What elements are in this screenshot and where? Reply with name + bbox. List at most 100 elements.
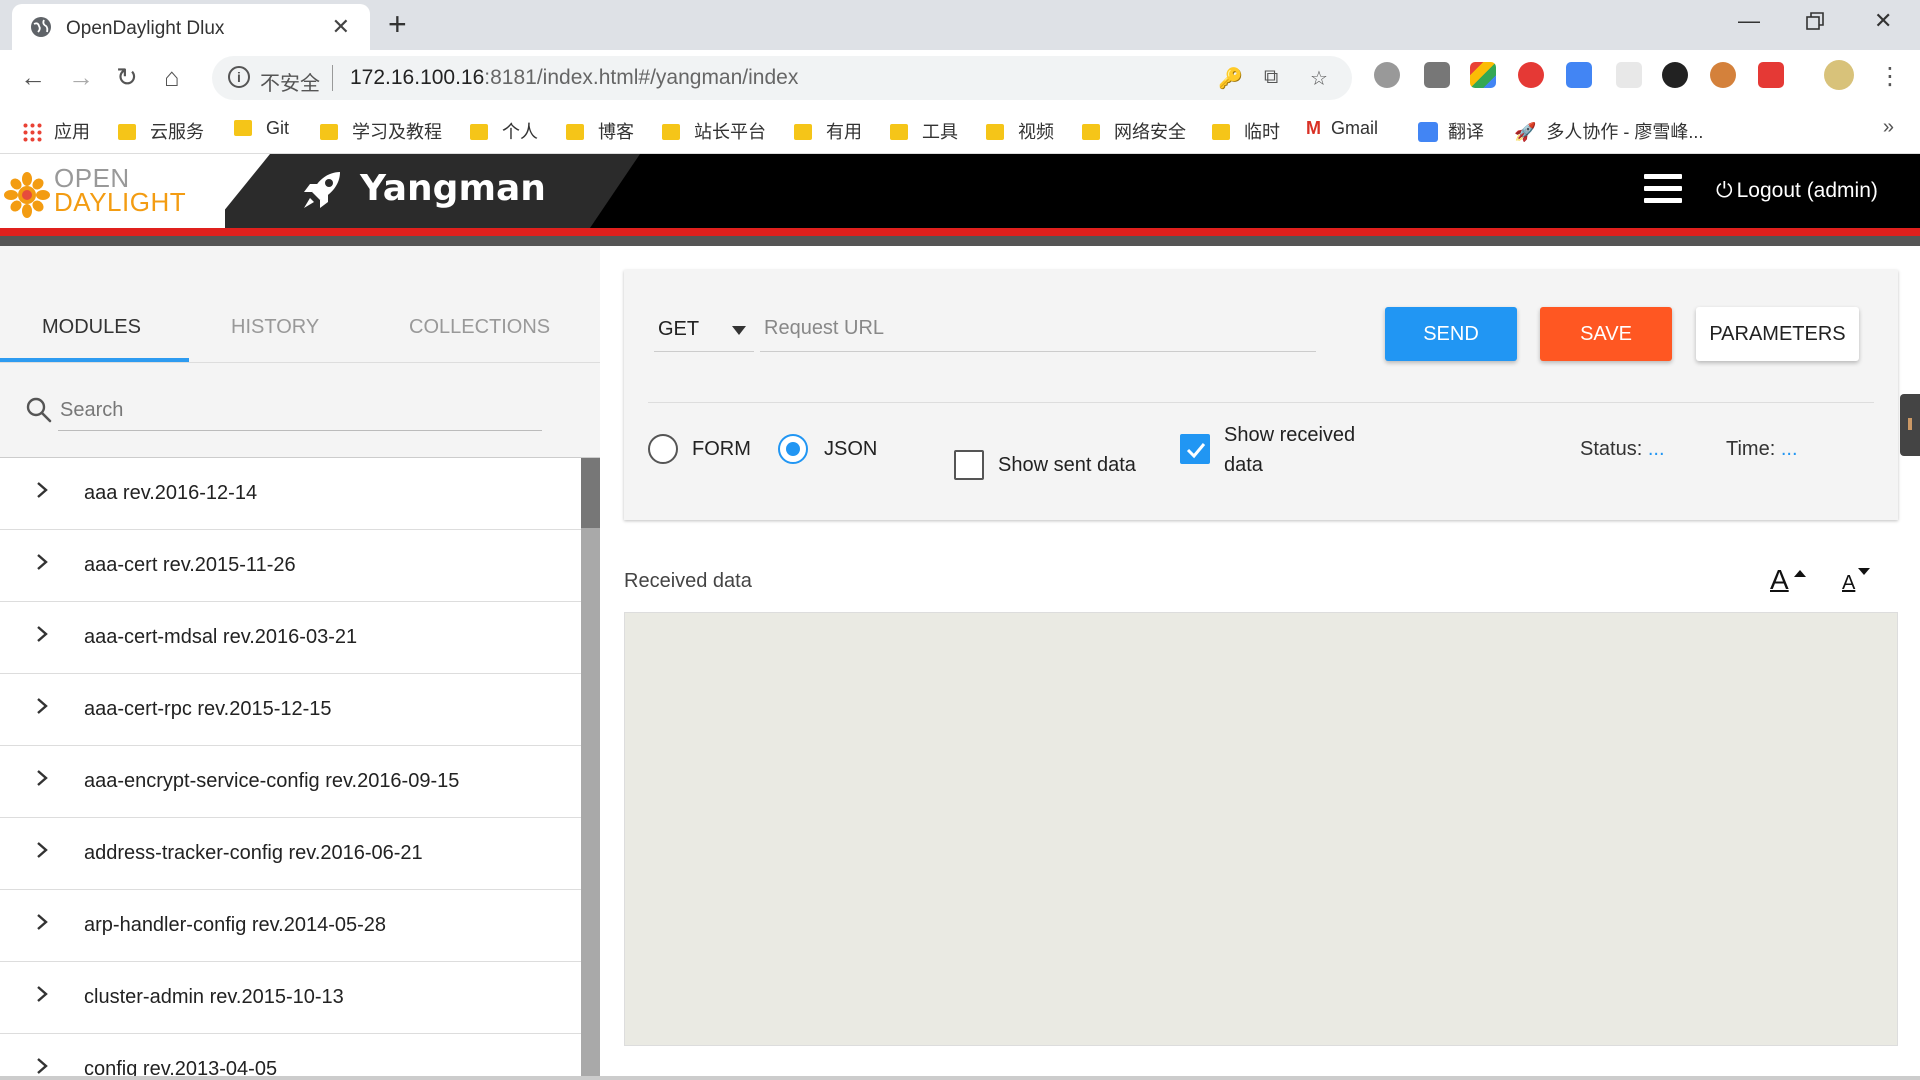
- extension-icon[interactable]: [1470, 62, 1496, 88]
- search-icon: [26, 397, 52, 423]
- home-icon[interactable]: ⌂: [164, 62, 180, 93]
- bookmark-folder[interactable]: 工具: [890, 118, 958, 144]
- translate-page-icon[interactable]: ⧉: [1264, 66, 1278, 89]
- request-url-input[interactable]: [760, 306, 1316, 352]
- bookmark-folder[interactable]: 个人: [470, 118, 538, 144]
- send-button[interactable]: SEND: [1385, 307, 1517, 361]
- chevron-right-icon: [37, 482, 48, 498]
- minimize-icon[interactable]: —: [1738, 8, 1760, 34]
- folder-icon: [794, 124, 812, 140]
- bookmark-folder[interactable]: 有用: [794, 118, 862, 144]
- show-received-data-checkbox[interactable]: [1180, 434, 1210, 464]
- tab-modules[interactable]: MODULES: [42, 316, 141, 339]
- checkmark-icon: [1186, 443, 1206, 459]
- module-list-scrollbar[interactable]: [581, 458, 600, 1080]
- avatar[interactable]: [1824, 60, 1854, 90]
- module-item[interactable]: aaa rev.2016-12-14: [0, 458, 581, 530]
- module-item[interactable]: aaa-cert-rpc rev.2015-12-15: [0, 674, 581, 746]
- module-name: arp-handler-config rev.2014-05-28: [84, 914, 387, 936]
- fe-helper-icon[interactable]: [1758, 62, 1784, 88]
- chevron-right-icon: [37, 770, 48, 786]
- scrollbar-thumb[interactable]: [581, 458, 600, 528]
- module-item[interactable]: aaa-encrypt-service-config rev.2016-09-1…: [0, 746, 581, 818]
- module-item[interactable]: aaa-cert rev.2015-11-26: [0, 530, 581, 602]
- bookmark-folder[interactable]: 视频: [986, 118, 1054, 144]
- download-icon[interactable]: [1424, 62, 1450, 88]
- decrease-font-button[interactable]: A: [1842, 568, 1870, 595]
- http-method-select[interactable]: GET: [654, 310, 754, 352]
- menu-icon[interactable]: [1644, 174, 1682, 204]
- tab-collections[interactable]: COLLECTIONS: [409, 316, 550, 339]
- menu-dots-icon[interactable]: ⋮: [1878, 62, 1902, 91]
- bookmark-apps[interactable]: 应用: [22, 118, 90, 144]
- bookmarks-overflow-icon[interactable]: »: [1883, 116, 1894, 139]
- qq-icon[interactable]: [1662, 62, 1688, 88]
- star-icon[interactable]: ☆: [1310, 66, 1328, 91]
- module-name: cluster-admin rev.2015-10-13: [84, 986, 344, 1008]
- close-window-icon[interactable]: ✕: [1874, 8, 1892, 34]
- json-mode-radio[interactable]: [778, 434, 808, 464]
- bookmark-link[interactable]: 🚀 多人协作 - 廖雪峰...: [1514, 118, 1703, 144]
- back-icon[interactable]: ←: [20, 62, 46, 93]
- tab-history[interactable]: HISTORY: [231, 316, 319, 339]
- bookmark-folder[interactable]: 站长平台: [662, 118, 766, 144]
- module-item[interactable]: aaa-cert-mdsal rev.2016-03-21: [0, 602, 581, 674]
- close-tab-icon[interactable]: ✕: [332, 14, 350, 40]
- bookmark-label: 站长平台: [694, 122, 766, 142]
- java-icon[interactable]: [1616, 62, 1642, 88]
- save-button[interactable]: SAVE: [1540, 307, 1672, 361]
- key-icon[interactable]: 🔑: [1218, 66, 1243, 91]
- show-sent-data-checkbox[interactable]: [954, 450, 984, 480]
- browser-tab-bar: OpenDaylight Dlux ✕ + — ✕: [0, 0, 1920, 50]
- new-tab-button[interactable]: +: [388, 8, 407, 40]
- extension-icon[interactable]: [1374, 62, 1400, 88]
- form-mode-radio[interactable]: [648, 434, 678, 464]
- side-drawer-handle[interactable]: [1900, 394, 1920, 456]
- adblock-icon[interactable]: [1518, 62, 1544, 88]
- translate-icon[interactable]: [1566, 62, 1592, 88]
- rocket-icon: 🚀: [1514, 122, 1537, 142]
- module-item[interactable]: config rev.2013-04-05: [0, 1034, 581, 1080]
- bookmark-folder[interactable]: 云服务: [118, 118, 204, 144]
- logo[interactable]: OPEN DAYLIGHT: [0, 154, 225, 228]
- address-url[interactable]: 172.16.100.16:8181/index.html#/yangman/i…: [350, 66, 798, 90]
- folder-icon: [320, 124, 338, 140]
- forward-icon[interactable]: →: [68, 62, 94, 93]
- reload-icon[interactable]: ↻: [116, 62, 138, 93]
- bookmark-translate[interactable]: 翻译: [1418, 118, 1484, 144]
- parameters-button[interactable]: PARAMETERS: [1696, 307, 1859, 361]
- module-item[interactable]: address-tracker-config rev.2016-06-21: [0, 818, 581, 890]
- chevron-right-icon: [37, 698, 48, 714]
- triangle-up-icon: [1794, 570, 1806, 577]
- restore-icon[interactable]: [1806, 10, 1824, 36]
- bookmark-folder[interactable]: 学习及教程: [320, 118, 442, 144]
- received-data-area[interactable]: [624, 612, 1898, 1046]
- search-input[interactable]: [58, 391, 542, 431]
- logout-button[interactable]: ⏻ Logout (admin): [1716, 179, 1878, 203]
- bookmark-label: 工具: [922, 122, 958, 142]
- url-host: 172.16.100.16: [350, 66, 485, 89]
- module-name: aaa-cert-rpc rev.2015-12-15: [84, 698, 332, 720]
- increase-font-button[interactable]: A: [1770, 564, 1806, 596]
- header-divider: [0, 236, 1920, 246]
- extension-icon[interactable]: [1710, 62, 1736, 88]
- browser-tab[interactable]: OpenDaylight Dlux ✕: [12, 4, 370, 50]
- bookmark-label: 云服务: [150, 122, 204, 142]
- bookmark-folder[interactable]: Git: [234, 118, 289, 139]
- module-name: address-tracker-config rev.2016-06-21: [84, 842, 423, 864]
- bookmark-folder[interactable]: 博客: [566, 118, 634, 144]
- bookmark-label: 临时: [1244, 122, 1280, 142]
- module-item[interactable]: arp-handler-config rev.2014-05-28: [0, 890, 581, 962]
- logo-line2: DAYLIGHT: [54, 187, 187, 217]
- address-bar[interactable]: i 不安全 172.16.100.16:8181/index.html#/yan…: [212, 56, 1352, 100]
- bookmark-folder[interactable]: 临时: [1212, 118, 1280, 144]
- left-panel: MODULES HISTORY COLLECTIONS aaa rev.2016…: [0, 246, 600, 1080]
- folder-icon: [890, 124, 908, 140]
- module-item[interactable]: cluster-admin rev.2015-10-13: [0, 962, 581, 1034]
- info-icon[interactable]: i: [228, 66, 250, 88]
- apps-grid-icon: [22, 122, 42, 142]
- bookmark-gmail[interactable]: M Gmail: [1306, 118, 1378, 139]
- bookmark-folder[interactable]: 网络安全: [1082, 118, 1186, 144]
- status-indicator: Status: ...: [1580, 438, 1665, 461]
- gmail-icon: M: [1306, 118, 1321, 138]
